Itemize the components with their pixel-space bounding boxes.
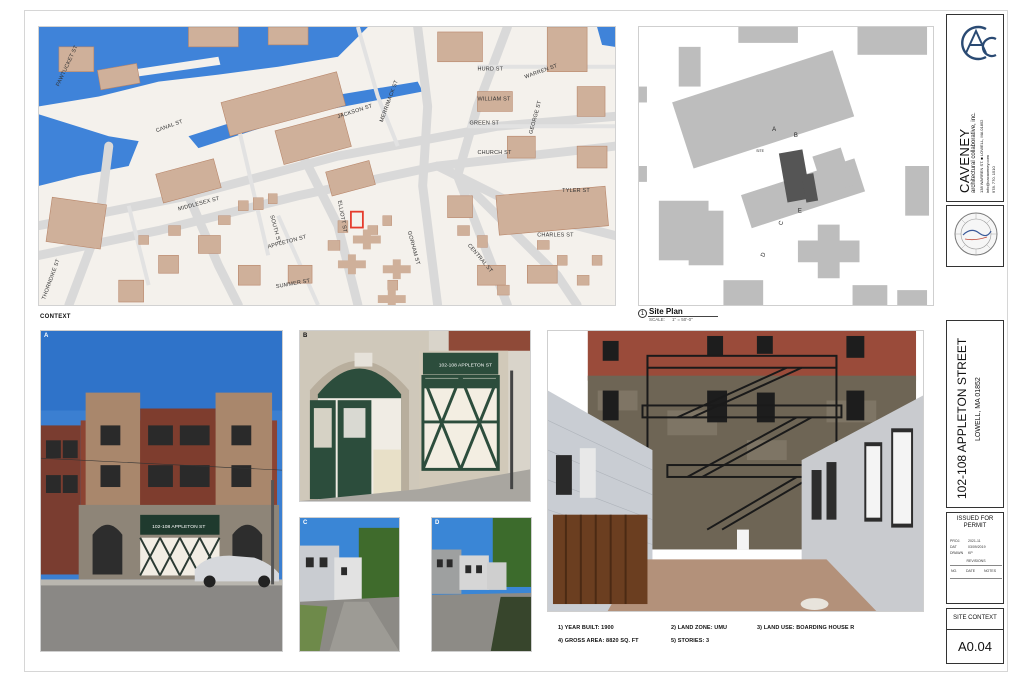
site-plan-number: 1 [638, 309, 647, 318]
fact-gross-area: 4) GROSS AREA: 8820 SQ. FT [558, 638, 639, 644]
photo-b[interactable]: 102-108 APPLETON ST B [299, 330, 531, 502]
issue-row-drawn: DRAWN KP [950, 551, 1002, 555]
site-plan[interactable]: A B C D E SITE [638, 26, 934, 306]
sheet-number: A0.04 [958, 639, 992, 654]
svg-text:CHARLES ST: CHARLES ST [537, 233, 574, 239]
firm-subtitle: architectural collaborative, inc. [971, 112, 977, 193]
title-block-issue: ISSUED FOR PERMIT PROJ. 2021-11 DAT 03/0… [946, 512, 1004, 604]
fact-year-built: 1) YEAR BUILT: 1900 [558, 625, 614, 631]
svg-text:A: A [772, 127, 776, 133]
title-block-firm: CAVENEY architectural collaborative, inc… [946, 14, 1004, 202]
photo-d-tag: D [435, 520, 440, 526]
date-label: DAT [950, 545, 957, 549]
title-block-stamp [946, 205, 1004, 267]
svg-text:HURD ST: HURD ST [477, 67, 503, 73]
issue-row-proj: PROJ. 2021-11 [950, 539, 1002, 543]
svg-text:CHURCH ST: CHURCH ST [477, 150, 512, 156]
drawn-label: DRAWN [950, 551, 964, 555]
title-block-project: 102-108 APPLETON STREET LOWELL, MA 01852 [946, 320, 1004, 508]
revisions-table: NO. DATE NOTES [950, 565, 1002, 579]
photo-c-tag: C [303, 520, 308, 526]
firm-phone: 978. 770. 1510 [991, 166, 996, 193]
drawn-value: KP [968, 551, 973, 555]
firm-name: CAVENEY [957, 128, 972, 193]
svg-text:WILLIAM ST: WILLIAM ST [477, 96, 511, 102]
photo-b-sign: 102-108 APPLETON ST [439, 363, 492, 369]
context-map[interactable]: PAWTUCKET ST CANAL ST JACKSON ST MERRIMA… [38, 26, 616, 306]
photo-a-sign: 102-108 APPLETON ST [152, 524, 205, 530]
photo-c[interactable]: C [299, 517, 400, 652]
site-plan-caption: 1 Site Plan SCALE: 1" = 50'-0" [638, 307, 838, 325]
svg-text:D: D [760, 252, 767, 258]
photo-e[interactable] [547, 330, 924, 612]
svg-text:B: B [794, 133, 798, 139]
svg-text:SITE: SITE [756, 149, 764, 153]
rev-col-date: DATE [966, 569, 976, 573]
svg-text:TYLER ST: TYLER ST [562, 188, 590, 194]
project-title: 102-108 APPLETON STREET [955, 337, 969, 499]
site-plan-title: Site Plan [649, 307, 683, 316]
site-plan-scale-value: 1" = 50'-0" [672, 317, 693, 322]
fact-stories: 5) STORIES: 3 [671, 638, 710, 644]
revisions-label: REVISIONS [966, 559, 986, 563]
proj-value: 2021-11 [968, 539, 981, 543]
firm-address: 138 WARREN ST. ■ LOWELL, MA 01852 [979, 119, 984, 193]
issue-row-date: DAT 03/09/2019 [950, 545, 1002, 549]
title-block-sheet: SITE CONTEXT A0.04 [946, 608, 1004, 664]
issued-for: ISSUED FOR PERMIT [956, 516, 994, 529]
site-plan-scale-label: SCALE: [649, 317, 666, 322]
date-value: 03/09/2019 [968, 545, 986, 549]
svg-text:E: E [798, 209, 802, 215]
photo-a[interactable]: 102-108 APPLETON ST A [40, 330, 283, 652]
context-label: CONTEXT [40, 314, 71, 320]
sheet-name: SITE CONTEXT [953, 615, 997, 621]
photo-d[interactable]: D [431, 517, 532, 652]
proj-label: PROJ. [950, 539, 961, 543]
rev-col-notes: NOTES [984, 569, 997, 573]
firm-email: info@cacaveney.com [985, 154, 990, 193]
fact-land-zone: 2) LAND ZONE: UMU [671, 625, 728, 631]
svg-text:GREEN ST: GREEN ST [470, 120, 500, 126]
fact-land-use: 3) LAND USE: BOARDING HOUSE R [757, 625, 855, 631]
property-facts: 1) YEAR BUILT: 1900 2) LAND ZONE: UMU 3)… [558, 622, 938, 648]
photo-a-tag: A [44, 333, 49, 339]
sheet-separator [947, 629, 1003, 630]
rev-col-no: NO. [951, 569, 958, 573]
photo-b-tag: B [303, 333, 308, 339]
project-city: LOWELL, MA 01852 [975, 377, 982, 441]
firm-logo-icon [961, 25, 997, 61]
svg-text:C: C [778, 220, 785, 227]
architect-seal-icon [954, 212, 998, 256]
